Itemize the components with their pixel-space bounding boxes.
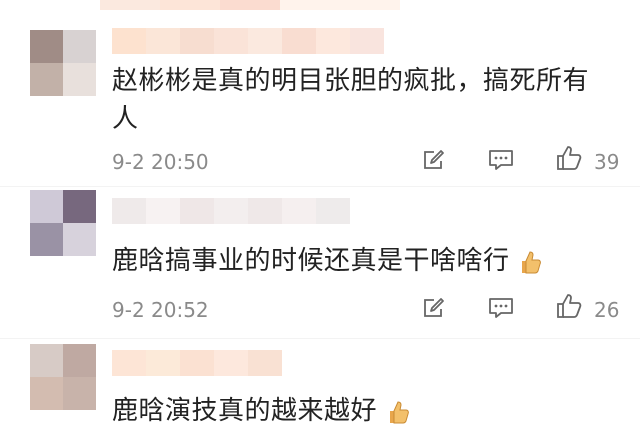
avatar-tile (63, 223, 96, 256)
avatar-tile (30, 63, 63, 96)
avatar-tile (30, 190, 63, 223)
avatar[interactable] (30, 190, 96, 256)
avatar-tile (30, 30, 63, 63)
comment-icon[interactable] (488, 148, 514, 172)
thumbs-up-emoji-icon (389, 400, 409, 423)
avatar-tile (30, 377, 63, 410)
comment-text-content: 鹿晗演技真的越来越好 (112, 396, 378, 426)
like-count: 39 (594, 150, 620, 174)
avatar-tile (63, 190, 96, 223)
thumbs-up-emoji-icon (522, 250, 542, 273)
avatar[interactable] (30, 30, 96, 96)
comment-text-content: 鹿晗搞事业的时候还真是干啥啥行 (112, 246, 510, 276)
share-icon[interactable] (422, 296, 446, 320)
comment-item: 鹿晗演技真的越来越好 (0, 344, 640, 433)
like-count: 26 (594, 298, 620, 322)
thumbs-up-icon[interactable] (555, 292, 583, 320)
comment-item: 赵彬彬是真的明目张胆的疯批，搞死所有人 9-2 20:50 39 (0, 0, 640, 190)
comment-timestamp: 9-2 20:52 (112, 298, 209, 322)
thumbs-up-icon[interactable] (555, 144, 583, 172)
avatar-tile (63, 377, 96, 410)
username-pixelated[interactable] (112, 350, 282, 376)
divider (0, 338, 640, 339)
comment-item: 鹿晗搞事业的时候还真是干啥啥行 9-2 20:52 26 (0, 190, 640, 338)
avatar-tile (63, 30, 96, 63)
comment-icon[interactable] (488, 296, 514, 320)
username-pixelated[interactable] (112, 198, 350, 224)
avatar-tile (63, 344, 96, 377)
comment-text: 鹿晗演技真的越来越好 (112, 392, 622, 430)
divider (0, 186, 640, 187)
comment-text: 鹿晗搞事业的时候还真是干啥啥行 (112, 242, 622, 280)
comment-timestamp: 9-2 20:50 (112, 150, 209, 174)
avatar-tile (30, 344, 63, 377)
avatar-tile (30, 223, 63, 256)
avatar-tile (63, 63, 96, 96)
comment-text: 赵彬彬是真的明目张胆的疯批，搞死所有人 (112, 66, 590, 134)
avatar[interactable] (30, 344, 96, 410)
username-pixelated[interactable] (112, 28, 384, 54)
share-icon[interactable] (422, 148, 446, 172)
